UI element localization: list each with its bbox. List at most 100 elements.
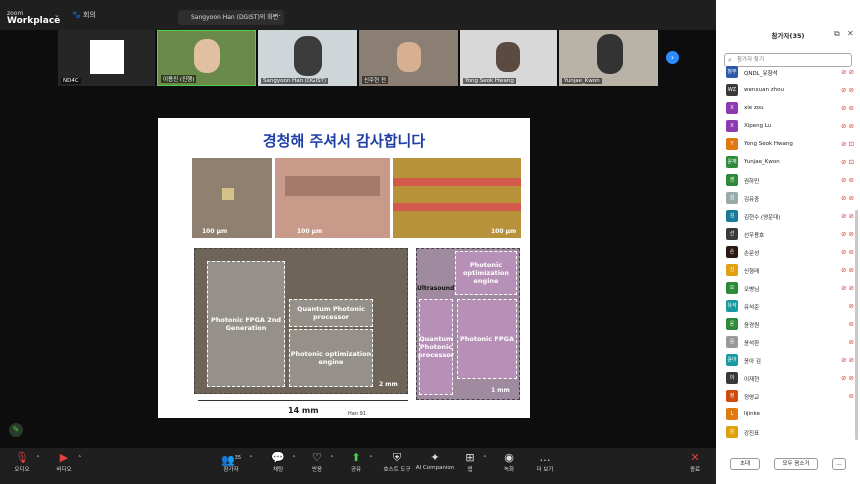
share-button[interactable]: ⬆ 공유 (345, 451, 367, 473)
heart-icon: ♡ (312, 451, 322, 464)
avatar: L (726, 408, 738, 420)
participants-label: 참가자 (223, 467, 239, 473)
mute-status-icon[interactable]: ⊘ ⊡ (841, 158, 854, 166)
participant-row[interactable]: 선 선우용호 ⊘ ⊘ (726, 226, 856, 244)
share-options-icon[interactable]: ⋯ (273, 11, 281, 20)
record-button[interactable]: ◉ 녹화 (498, 451, 520, 473)
mute-status-icon[interactable]: ⊘ (849, 392, 854, 400)
chevron-up-icon[interactable]: ˄ (292, 455, 296, 463)
host-tools-button[interactable]: ⛨ 호스트 도구 (379, 451, 415, 473)
participants-icon: 👥35 (220, 453, 242, 467)
participant-name: 신형래 (744, 269, 760, 275)
participant-row[interactable]: X Xipeng Lu ⊘ ⊘ (726, 118, 856, 136)
avatar: 신 (726, 264, 738, 276)
participant-row[interactable]: 오 오병님 ⊘ ⊘ (726, 280, 856, 298)
mute-status-icon[interactable]: ⊘ ⊘ (841, 176, 854, 184)
ai-companion-button[interactable]: ✦ AI Companion (415, 451, 455, 471)
more-button[interactable]: … 더 보기 (533, 451, 557, 473)
participant-row[interactable]: Xxie zou ⊘ ⊘ (726, 100, 856, 118)
video-tile[interactable]: ND4C (58, 30, 155, 86)
mute-status-icon[interactable]: ⊘ ⊘ (841, 284, 854, 292)
participant-row[interactable]: 윤재 Yunjae_Kwon ⊘ ⊡ (726, 154, 856, 172)
participants-panel: 참가자(35) ⧉ ✕ ⌕ 청주QNDL_유향석⊘ ⊘WZwenxuan zho… (716, 0, 860, 484)
participant-row[interactable]: 청주 QNDL_유향석 ⊘ ⊘ (726, 64, 856, 82)
meeting-info-button[interactable]: 🐾 회의 (72, 10, 96, 20)
mute-status-icon[interactable]: ⊘ ⊘ (841, 356, 854, 364)
mute-status-icon[interactable]: ⊘ ⊘ (841, 122, 854, 130)
host-tools-label: 호스트 도구 (383, 467, 411, 473)
mute-status-icon[interactable]: ⊘ ⊘ (841, 194, 854, 202)
mute-all-button[interactable]: 모두 음소거 (774, 458, 818, 470)
fpga-region: Photonic FPGA 2nd Generation (207, 261, 285, 387)
participant-row[interactable]: 손 손문성 ⊘ ⊘ (726, 244, 856, 262)
mute-status-icon[interactable]: ⊘ (849, 338, 854, 346)
participant-row[interactable]: 윤 윤석환 ⊘ (726, 334, 856, 352)
chevron-up-icon[interactable]: ˄ (249, 455, 253, 463)
share-screen-icon: ⬆ (351, 451, 361, 464)
chevron-up-icon[interactable]: ˄ (369, 455, 373, 463)
participant-row[interactable]: 이 이재현 ⊘ ⊘ (726, 370, 856, 388)
participants-button[interactable]: 👥35 참가자 (218, 451, 244, 473)
mute-status-icon[interactable]: ⊘ ⊘ (841, 212, 854, 220)
participant-row[interactable]: 김 김현수 (영운대) ⊘ ⊘ (726, 208, 856, 226)
participant-row[interactable]: 윤아 윤아 김 ⊘ ⊘ (726, 352, 856, 370)
close-panel-icon[interactable]: ✕ (847, 29, 854, 38)
more-icon: … (539, 451, 551, 464)
audio-button[interactable]: 🎙 오디오 (10, 451, 34, 473)
chevron-up-icon[interactable]: ˄ (483, 455, 487, 463)
video-tile[interactable]: 이용진 (진행) (157, 30, 256, 86)
participant-row[interactable]: 윤 윤경원 ⊘ (726, 316, 856, 334)
avatar: X (726, 102, 738, 114)
mute-status-icon[interactable]: ⊘ ⊘ (841, 230, 854, 238)
r-poe-region: Photonic optimization engine (455, 251, 517, 295)
apps-button[interactable]: ⊞ 앱 (460, 451, 480, 473)
chat-button[interactable]: 💬 채팅 (266, 451, 290, 473)
video-tile[interactable]: Sangyoon Han (DGIST) (258, 30, 357, 86)
invite-button[interactable]: 초대 (730, 458, 760, 470)
mute-status-icon[interactable]: ⊘ (849, 302, 854, 310)
pencil-icon[interactable]: ✎ (9, 423, 23, 437)
participant-row[interactable]: 정 정영교 ⊘ (726, 388, 856, 406)
participant-row[interactable]: 김 김유중 ⊘ ⊘ (726, 190, 856, 208)
participant-name: 정영교 (744, 395, 760, 401)
video-tile[interactable]: 신주현 전 (359, 30, 458, 86)
participant-row[interactable]: 강 강진표 (726, 424, 856, 442)
mute-status-icon[interactable]: ⊘ ⊘ (841, 86, 854, 94)
popout-icon[interactable]: ⧉ (834, 29, 840, 39)
video-button[interactable]: ▶ 비디오 (52, 451, 76, 473)
mute-status-icon[interactable]: ⊘ (849, 320, 854, 328)
end-button[interactable]: ✕ 종료 (684, 451, 706, 473)
person-image (397, 42, 421, 72)
panel-more-button[interactable]: … (832, 458, 846, 470)
mute-status-icon[interactable]: ⊘ ⊘ (841, 68, 854, 76)
mute-status-icon[interactable]: ⊘ ⊘ (841, 104, 854, 112)
participant-row[interactable]: 유석 유석준 ⊘ (726, 298, 856, 316)
participant-row[interactable]: 권 권하민 ⊘ ⊘ (726, 172, 856, 190)
chat-icon: 💬 (271, 451, 285, 464)
video-tile[interactable]: Yunjae_Kwon (559, 30, 658, 86)
avatar: 유석 (726, 300, 738, 312)
mic-muted-icon: 🎙 (15, 451, 29, 464)
participant-row[interactable]: Llijinke (726, 406, 856, 424)
avatar: 윤 (726, 336, 738, 348)
avatar: Y (726, 138, 738, 150)
chevron-down-icon[interactable]: ⌄ (54, 11, 60, 19)
video-tile[interactable]: Yong Seok Hwang (460, 30, 557, 86)
chevron-up-icon[interactable]: ˄ (36, 455, 40, 463)
right-chip-image: Photonic optimization engine Ultrasound … (416, 248, 520, 400)
mute-status-icon[interactable]: ⊘ ⊘ (841, 266, 854, 274)
reactions-button[interactable]: ♡ 반응 (305, 451, 329, 473)
chevron-up-icon[interactable]: ˄ (78, 455, 82, 463)
scrollbar[interactable] (855, 210, 858, 440)
gallery-next-button[interactable]: › (666, 51, 679, 64)
mute-status-icon[interactable]: ⊘ ⊡ (841, 140, 854, 148)
mute-status-icon[interactable]: ⊘ ⊘ (841, 248, 854, 256)
share-indicator[interactable]: Sangyoon Han (DGIST)의 화면 (178, 10, 284, 25)
micrograph-3: 100 µm (393, 158, 521, 238)
participant-row[interactable]: 신 신형래 ⊘ ⊘ (726, 262, 856, 280)
participant-row[interactable]: WZ wenxuan zhou ⊘ ⊘ (726, 82, 856, 100)
chevron-up-icon[interactable]: ˄ (330, 455, 334, 463)
participant-name: lijinke (744, 411, 760, 417)
participant-row[interactable]: Y Yong Seok Hwang ⊘ ⊡ (726, 136, 856, 154)
mute-status-icon[interactable]: ⊘ ⊘ (841, 374, 854, 382)
